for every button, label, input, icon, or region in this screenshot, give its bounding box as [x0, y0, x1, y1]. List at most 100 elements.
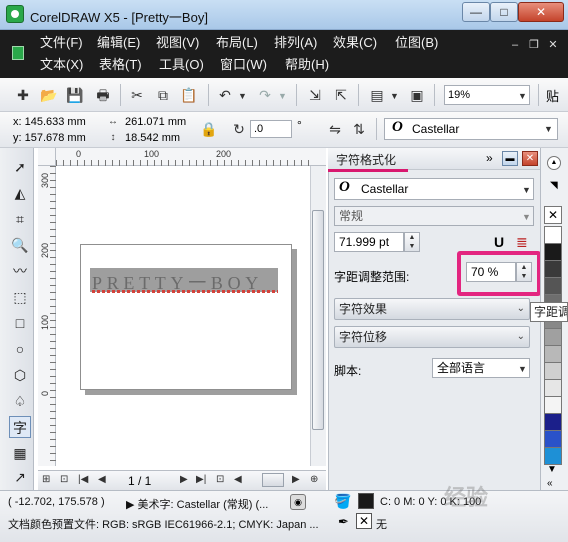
pick-tool-icon[interactable]: ➚	[9, 156, 31, 178]
redo-icon[interactable]: ↷	[256, 86, 274, 104]
outline-pen-icon[interactable]: ✒	[338, 514, 349, 530]
paste-icon[interactable]: 📋	[180, 86, 198, 104]
print-icon[interactable]: 🖶	[94, 86, 112, 104]
font-dropdown-icon[interactable]: ▼	[544, 124, 553, 134]
basic-shapes-tool-icon[interactable]: ♤	[9, 390, 31, 412]
save-icon[interactable]: 💾	[66, 86, 84, 104]
menu-bitmaps[interactable]: 位图(B)	[395, 33, 438, 53]
docker-close-icon[interactable]: ✕	[522, 151, 538, 166]
navigator-zoom-icon[interactable]: ⊕	[310, 471, 318, 489]
font-style-dropdown-icon[interactable]: ▼	[522, 212, 531, 222]
fill-color-swatch[interactable]	[358, 493, 374, 509]
open-folder-icon[interactable]: 📂	[40, 86, 58, 104]
rotation-field[interactable]: .0	[250, 120, 292, 138]
y-position-field[interactable]: y: 157.678 mm	[10, 130, 102, 148]
script-dropdown-icon[interactable]: ▼	[518, 364, 527, 374]
new-document-icon[interactable]: ✚	[14, 86, 32, 104]
first-page-icon[interactable]: |◀	[78, 471, 88, 489]
palette-swatch[interactable]	[544, 243, 562, 261]
dimension-tool-icon[interactable]: ↗	[9, 466, 31, 488]
rotation-icon[interactable]: ↻	[230, 120, 248, 138]
palette-swatch[interactable]	[544, 430, 562, 448]
font-size-spinner[interactable]: ▲ ▼	[404, 232, 420, 252]
zoom-dropdown-icon[interactable]: ▼	[518, 91, 527, 101]
previous-page-icon[interactable]: ◀	[98, 471, 106, 489]
fill-bucket-icon[interactable]: 🪣	[334, 493, 351, 510]
next-page-icon[interactable]: ▶	[180, 471, 188, 489]
no-outline-swatch[interactable]: ✕	[356, 513, 372, 529]
minimize-button[interactable]: —	[462, 2, 490, 22]
undo-icon[interactable]: ↶	[216, 86, 234, 104]
cut-icon[interactable]: ✂	[128, 86, 146, 104]
character-effects-section[interactable]: 字符效果 ⌄	[334, 298, 530, 320]
character-shift-section[interactable]: 字符位移 ⌄	[334, 326, 530, 348]
redo-dropdown-icon[interactable]: ▼	[278, 91, 287, 101]
lock-ratio-icon[interactable]: 🔒	[200, 120, 218, 138]
launcher-dropdown-icon[interactable]: ▼	[390, 91, 399, 101]
docker-minimize-icon[interactable]: ▬	[502, 151, 518, 166]
height-field[interactable]: 18.542 mm	[122, 130, 192, 148]
application-launcher-icon[interactable]: ▤	[368, 86, 386, 104]
import-icon[interactable]: ⇲	[306, 86, 324, 104]
palette-scroll-up-icon[interactable]: ▲	[547, 156, 561, 170]
close-button[interactable]: ✕	[518, 2, 564, 22]
palette-menu-icon[interactable]: ◥	[550, 180, 558, 191]
script-select[interactable]: 全部语言	[432, 358, 530, 378]
palette-expand-icon[interactable]: «	[547, 478, 553, 489]
undo-dropdown-icon[interactable]: ▼	[238, 91, 247, 101]
add-page-before-icon[interactable]: ⊡	[60, 471, 68, 489]
welcome-screen-icon[interactable]: ▣	[408, 86, 426, 104]
scroll-left-icon[interactable]: ◀	[234, 471, 242, 489]
palette-swatch[interactable]	[544, 277, 562, 295]
ruler-origin[interactable]	[38, 148, 56, 166]
menu-window[interactable]: 窗口(W)	[220, 55, 267, 75]
doc-restore-icon[interactable]: ❐	[527, 38, 541, 52]
palette-swatch[interactable]	[544, 345, 562, 363]
mirror-horizontal-icon[interactable]: ⇋	[326, 120, 344, 138]
smart-fill-tool-icon[interactable]: ⬚	[9, 286, 31, 308]
font-size-field[interactable]: 71.999 pt	[334, 232, 404, 252]
palette-swatch[interactable]	[544, 328, 562, 346]
menu-help[interactable]: 帮助(H)	[285, 55, 329, 75]
copy-icon[interactable]: ⧉	[154, 86, 172, 104]
palette-swatch[interactable]	[544, 413, 562, 431]
menu-effects[interactable]: 效果(C)	[333, 33, 377, 53]
palette-swatch[interactable]	[544, 379, 562, 397]
menu-file[interactable]: 文件(F)	[40, 33, 83, 53]
mirror-vertical-icon[interactable]: ⇅	[350, 120, 368, 138]
ellipse-tool-icon[interactable]: ○	[9, 338, 31, 360]
menu-view[interactable]: 视图(V)	[156, 33, 199, 53]
docker-font-list[interactable]: Castellar	[334, 178, 534, 200]
palette-swatch[interactable]	[544, 447, 562, 465]
zoom-tool-icon[interactable]: 🔍	[9, 234, 31, 256]
export-icon[interactable]: ⇱	[332, 86, 350, 104]
palette-swatch[interactable]	[544, 396, 562, 414]
docker-expand-icon[interactable]: »	[486, 151, 493, 165]
maximize-button[interactable]: □	[490, 2, 518, 22]
menu-arrange[interactable]: 排列(A)	[274, 33, 317, 53]
doc-minimize-icon[interactable]: –	[508, 38, 522, 52]
menu-text[interactable]: 文本(X)	[40, 55, 83, 75]
palette-swatch[interactable]	[544, 260, 562, 278]
font-list-box[interactable]	[384, 118, 558, 140]
freehand-tool-icon[interactable]: 〰	[9, 260, 31, 282]
scroll-right-icon[interactable]: ▶	[292, 471, 300, 489]
palette-swatch[interactable]	[544, 226, 562, 244]
document-navigator-icon[interactable]: ⊞	[42, 471, 50, 489]
palette-swatch[interactable]	[544, 362, 562, 380]
rectangle-tool-icon[interactable]: □	[9, 312, 31, 334]
polygon-tool-icon[interactable]: ⬡	[9, 364, 31, 386]
doc-close-icon[interactable]: ✕	[546, 38, 560, 52]
crop-tool-icon[interactable]: ⌗	[9, 208, 31, 230]
menu-layout[interactable]: 布局(L)	[216, 33, 258, 53]
table-tool-icon[interactable]: ▦	[9, 442, 31, 464]
last-page-icon[interactable]: ▶|	[196, 471, 206, 489]
palette-scroll-down-icon[interactable]: ▼	[547, 464, 557, 475]
document-color-profile[interactable]: 文档颜色预置文件: RGB: sRGB IEC61966-2.1; CMYK: …	[8, 516, 319, 532]
underline-icon[interactable]: U	[494, 234, 504, 250]
add-page-after-icon[interactable]: ⊡	[216, 471, 224, 489]
paste-to-label[interactable]: 贴	[546, 86, 559, 105]
text-tool-icon[interactable]: 字	[9, 416, 31, 438]
no-color-swatch[interactable]: ✕	[544, 206, 562, 224]
snap-icon[interactable]: ◉	[290, 494, 306, 510]
